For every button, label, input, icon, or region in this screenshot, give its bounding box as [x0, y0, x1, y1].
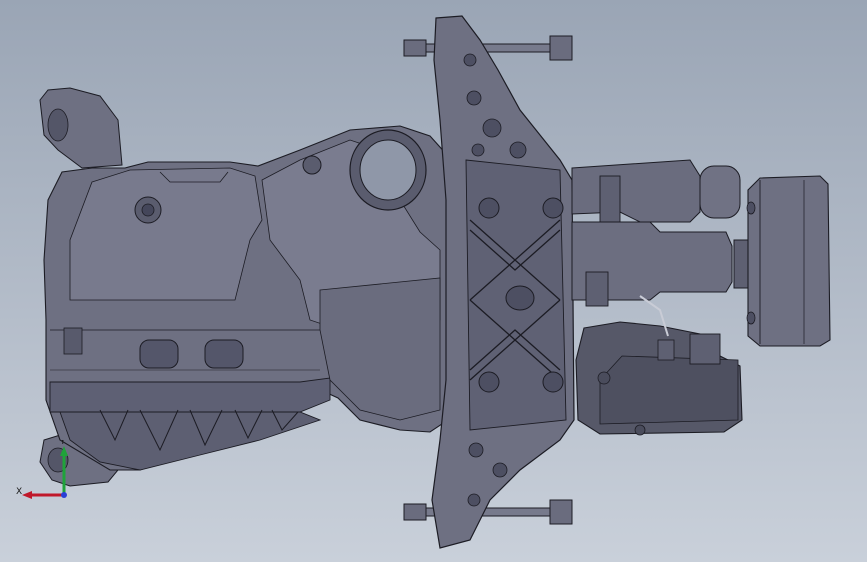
y-axis-label: Y	[59, 440, 66, 447]
cover-pocket	[139, 339, 179, 369]
y-axis-arrowhead	[60, 446, 68, 456]
lightening-hole	[471, 143, 485, 157]
bolt-hole	[141, 203, 155, 217]
actuator-end-cap	[699, 165, 741, 219]
axle-bore-opening	[359, 139, 417, 201]
x-axis-arrowhead	[22, 491, 32, 499]
actuator-connector	[599, 175, 621, 227]
bracket-bolt	[542, 371, 564, 393]
lightening-hole	[466, 90, 482, 106]
actuator-housing	[571, 159, 701, 223]
housing-top-surface	[69, 167, 263, 301]
flange-bolt	[746, 201, 756, 215]
lightening-hole	[509, 141, 527, 159]
cover-pocket	[204, 339, 244, 369]
lower-ribs	[59, 411, 322, 471]
upper-mount-ear-hole	[47, 108, 69, 142]
cover-flange	[49, 377, 331, 413]
control-unit-plug	[657, 339, 675, 361]
bracket-center-hole	[505, 285, 535, 311]
flange-bolt	[746, 311, 756, 325]
control-unit-cover	[599, 355, 739, 425]
bolt-boss	[302, 155, 322, 175]
sensor-boss	[585, 271, 609, 307]
side-tab	[63, 327, 83, 355]
control-unit-connector	[689, 333, 721, 365]
bracket-bolt	[478, 371, 500, 393]
lightening-hole	[482, 118, 502, 138]
lightening-hole	[467, 493, 481, 507]
x-axis-label: X	[16, 487, 22, 497]
bracket-bolt	[478, 197, 500, 219]
graphics-viewport[interactable]: X Y	[0, 0, 867, 562]
3d-model-differential-housing[interactable]	[0, 0, 867, 562]
reference-triad: X Y	[16, 440, 68, 499]
control-unit-screw	[597, 371, 611, 385]
z-axis-dot	[61, 492, 67, 498]
control-unit-screw	[634, 424, 646, 436]
bracket-bolt	[542, 197, 564, 219]
lightening-hole	[468, 442, 484, 458]
lightening-hole	[492, 462, 508, 478]
lightening-hole	[463, 53, 477, 67]
